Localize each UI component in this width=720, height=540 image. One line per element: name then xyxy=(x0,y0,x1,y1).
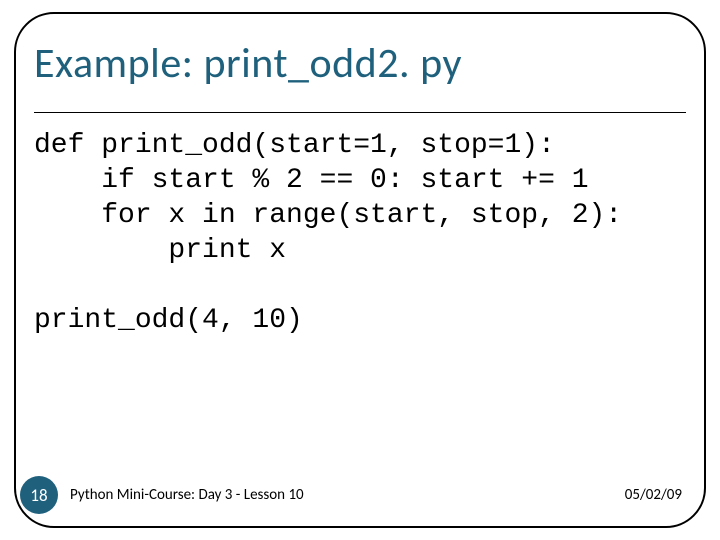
footer-left: Python Mini-Course: Day 3 - Lesson 10 xyxy=(70,486,304,504)
slide: Example: print_odd2. py def print_odd(st… xyxy=(0,0,720,540)
title-divider xyxy=(34,112,686,113)
slide-number-badge: 18 xyxy=(20,476,58,514)
slide-title: Example: print_odd2. py xyxy=(34,38,686,89)
footer-right: 05/02/09 xyxy=(625,486,682,504)
code-block: def print_odd(start=1, stop=1): if start… xyxy=(34,128,686,338)
slide-number: 18 xyxy=(30,485,47,506)
